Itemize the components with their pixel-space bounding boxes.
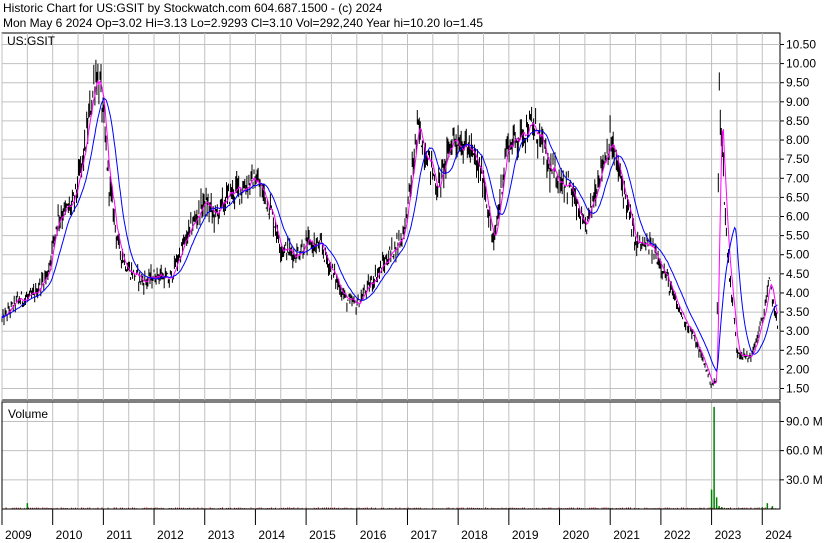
price-tick-label: 3.00	[786, 324, 810, 338]
price-tick-label: 6.00	[786, 210, 810, 224]
price-tick-label: 7.00	[786, 171, 810, 185]
price-tick-label: 8.50	[786, 114, 810, 128]
x-tick-label: 2017	[410, 528, 437, 542]
price-tick-label: 4.00	[786, 286, 810, 300]
price-tick-label: 7.50	[786, 152, 810, 166]
x-tick-label: 2009	[5, 528, 32, 542]
x-tick-label: 2018	[461, 528, 488, 542]
volume-panel-title: Volume	[8, 407, 48, 421]
volume-tick-label: 30.0 M	[786, 473, 823, 487]
volume-panel-frame	[1, 401, 781, 510]
x-tick-label: 2012	[157, 528, 184, 542]
price-tick-label: 5.00	[786, 248, 810, 262]
price-tick-label: 2.50	[786, 343, 810, 357]
chart-root: Historic Chart for US:GSIT by Stockwatch…	[0, 0, 830, 543]
x-tick-label: 2011	[106, 528, 132, 542]
price-tick-label: 1.50	[786, 382, 810, 396]
x-tick-label: 2023	[715, 528, 742, 542]
price-tick-label: 5.50	[786, 229, 810, 243]
price-tick-label: 9.50	[786, 76, 810, 90]
x-tick-label: 2024	[765, 528, 792, 542]
price-tick-label: 4.50	[786, 267, 810, 281]
x-tick-label: 2010	[56, 528, 83, 542]
price-panel-symbol: US:GSIT	[7, 34, 56, 48]
price-tick-label: 2.00	[786, 362, 810, 376]
x-tick-label: 2020	[563, 528, 590, 542]
price-tick-label: 8.00	[786, 133, 810, 147]
price-tick-label: 3.50	[786, 305, 810, 319]
x-tick-label: 2016	[360, 528, 387, 542]
x-tick-label: 2019	[512, 528, 539, 542]
x-tick-label: 2013	[208, 528, 235, 542]
price-tick-label: 10.50	[786, 37, 816, 51]
volume-tick-label: 60.0 M	[786, 444, 823, 458]
price-tick-label: 9.00	[786, 95, 810, 109]
x-tick-label: 2014	[258, 528, 285, 542]
price-tick-label: 6.50	[786, 190, 810, 204]
x-tick-label: 2022	[664, 528, 691, 542]
chart-svg: US:GSIT 1.50 2.00 2.50 3.00 3.50 4.00 4.50 5.00…	[1, 32, 823, 542]
price-tick-label: 10.00	[786, 57, 816, 71]
x-tick-label: 2015	[309, 528, 336, 542]
volume-tick-label: 90.0 M	[786, 414, 823, 428]
x-tick-label: 2021	[613, 528, 640, 542]
